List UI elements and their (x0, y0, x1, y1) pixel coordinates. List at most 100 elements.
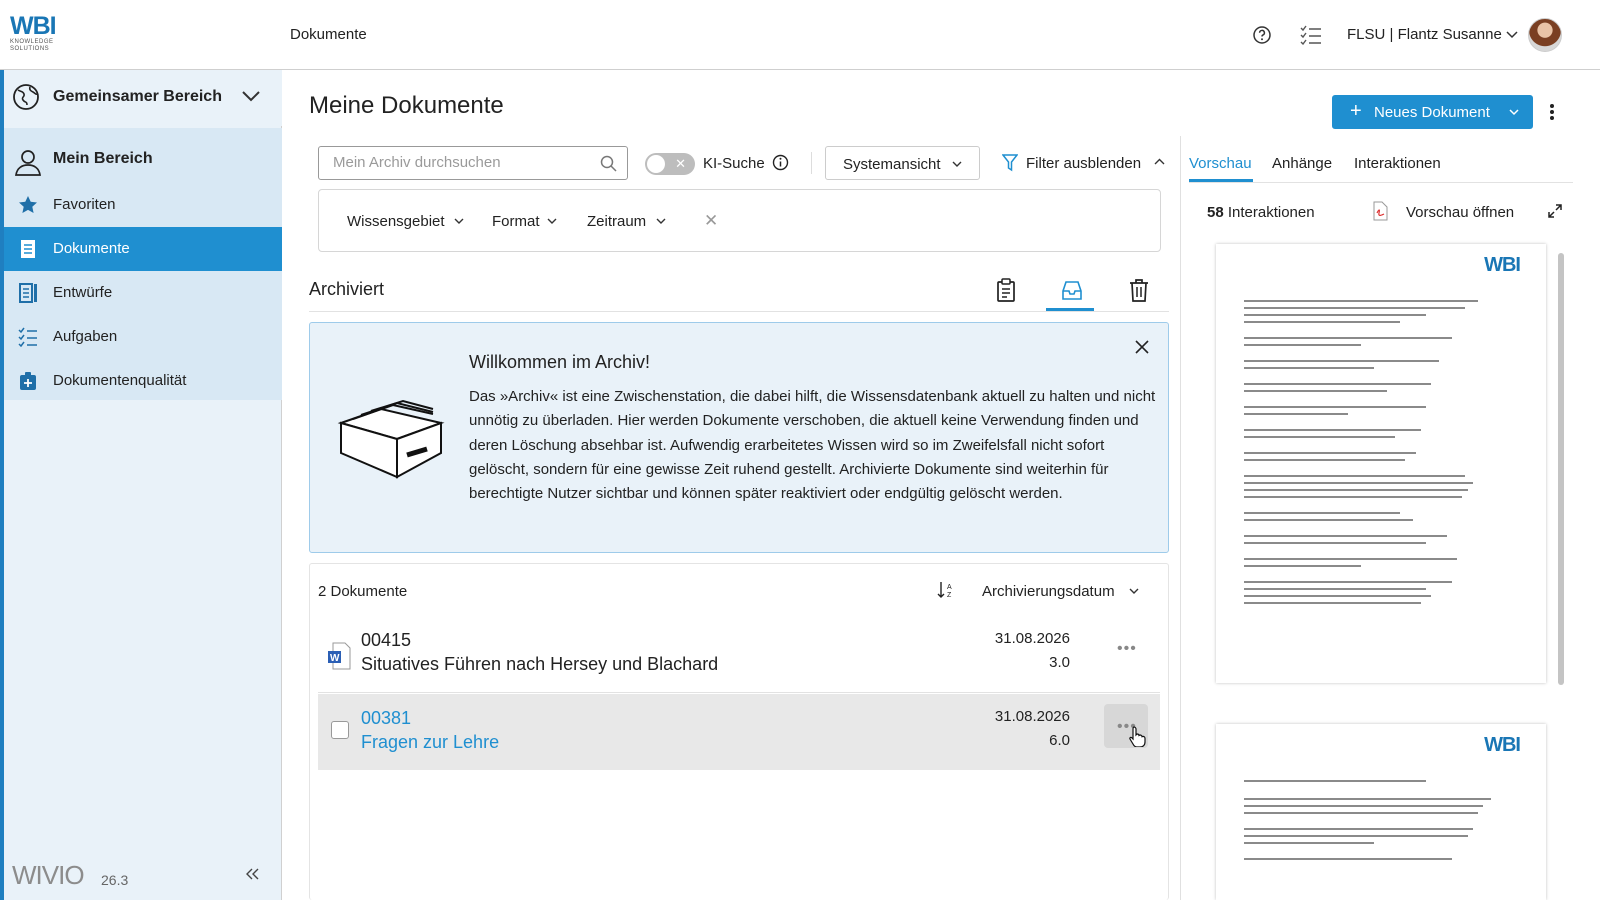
interactions-label: Interaktionen (1227, 204, 1315, 221)
view-select[interactable]: Systemansicht (825, 146, 980, 180)
wbi-logo[interactable]: WBI KNOWLEDGE SOLUTIONS (10, 13, 66, 55)
divider (318, 692, 1160, 693)
tab-interaktionen[interactable]: Interaktionen (1354, 155, 1441, 172)
user-icon (15, 150, 41, 176)
expand-icon[interactable] (1548, 204, 1562, 218)
quality-icon (20, 372, 36, 390)
search-input[interactable] (333, 154, 583, 171)
sidebar-item-favoriten[interactable]: Favoriten (4, 183, 282, 227)
divider (811, 152, 812, 174)
filter-wissensgebiet[interactable]: Wissensgebiet (347, 213, 445, 230)
divider (309, 311, 1169, 312)
document-name[interactable]: Fragen zur Lehre (361, 732, 499, 753)
archive-title: Archiviert (309, 279, 385, 299)
sidebar-item-label: Dokumentenqualität (53, 372, 187, 389)
star-icon (19, 196, 37, 213)
info-text: Das »Archiv« ist eine Zwischenstation, d… (469, 388, 1156, 503)
sidebar-item-dokumentenqualitaet[interactable]: Dokumentenqualität (4, 359, 282, 403)
avatar[interactable] (1528, 18, 1562, 52)
info-icon[interactable] (772, 154, 789, 171)
sidebar-item-entwuerfe[interactable]: Entwürfe (4, 271, 282, 315)
sidebar-item-aufgaben[interactable]: Aufgaben (4, 315, 282, 359)
table-row[interactable]: 00381 Fragen zur Lehre 31.08.2026 6.0 ••… (318, 694, 1160, 770)
search-field[interactable] (318, 146, 628, 180)
table-row[interactable]: W 00415 Situatives Führen nach Hersey un… (318, 616, 1160, 692)
tasks-icon[interactable] (1300, 25, 1322, 45)
svg-text:W: W (330, 653, 340, 664)
chevron-up-icon[interactable] (1154, 158, 1165, 166)
sidebar-item-dokumente[interactable]: Dokumente (4, 227, 282, 271)
sidebar-item-label: Entwürfe (53, 284, 113, 301)
page-content (1244, 300, 1504, 609)
ki-search-label: KI-Suche (703, 155, 765, 172)
new-document-button[interactable]: + Neues Dokument (1332, 95, 1533, 129)
chevron-down-icon[interactable] (1506, 30, 1518, 40)
row-more-button[interactable]: ••• (1104, 626, 1148, 670)
app-version: 26.3 (101, 872, 129, 888)
svg-text:A: A (947, 584, 952, 591)
logo-text: WBI (10, 12, 57, 40)
sidebar-item-label: Dokumente (53, 240, 130, 257)
page-logo: WBI (1484, 734, 1521, 756)
info-title: Willkommen im Archiv! (469, 352, 651, 372)
page-title: Meine Dokumente (309, 92, 504, 119)
close-icon: ✕ (675, 156, 686, 171)
chevron-down-icon[interactable] (1129, 588, 1139, 595)
document-id[interactable]: 00415 (361, 630, 411, 651)
ki-search-toggle[interactable]: ✕ (645, 153, 695, 175)
tab-anhaenge[interactable]: Anhänge (1272, 155, 1332, 172)
new-document-label: Neues Dokument (1374, 104, 1490, 121)
document-date: 31.08.2026 (994, 708, 1070, 725)
drafts-icon (19, 283, 37, 303)
chevron-down-icon[interactable] (656, 218, 666, 225)
section-title: Dokumente (290, 26, 367, 43)
filter-format[interactable]: Format (492, 213, 540, 230)
chevron-down-icon (952, 161, 962, 167)
chevron-down-icon[interactable] (1509, 108, 1519, 116)
panel-divider (1180, 136, 1181, 900)
area-label: Gemeinsamer Bereich (53, 88, 222, 105)
wivio-logo: WIVIO (12, 860, 85, 890)
preview-scrollbar[interactable] (1556, 237, 1566, 900)
clear-filters-icon[interactable]: ✕ (704, 211, 718, 231)
row-checkbox[interactable] (331, 721, 349, 739)
page-content (1244, 780, 1504, 865)
close-icon[interactable] (1135, 340, 1149, 354)
document-version: 3.0 (1049, 654, 1070, 671)
more-options-icon[interactable] (1549, 103, 1555, 121)
view-select-value: Systemansicht (843, 156, 941, 173)
clipboard-icon[interactable] (995, 278, 1017, 302)
interactions-count: 58 (1207, 204, 1224, 221)
collapse-sidebar-icon[interactable] (245, 868, 259, 880)
sidebar-item-label: Mein Bereich (53, 150, 153, 167)
scrollbar-thumb[interactable] (1558, 253, 1564, 685)
chevron-down-icon[interactable] (454, 218, 464, 225)
open-preview-link[interactable]: Vorschau öffnen (1406, 204, 1514, 221)
chevron-down-icon[interactable] (547, 218, 557, 225)
document-version: 6.0 (1049, 732, 1070, 749)
sort-icon[interactable]: AZ (937, 581, 955, 599)
document-id[interactable]: 00381 (361, 708, 411, 729)
tab-vorschau[interactable]: Vorschau (1189, 155, 1252, 172)
plus-icon: + (1350, 100, 1362, 122)
help-icon[interactable] (1252, 25, 1272, 45)
search-icon[interactable] (600, 155, 617, 172)
document-name[interactable]: Situatives Führen nach Hersey und Blacha… (361, 654, 718, 675)
chevron-down-icon[interactable] (242, 90, 260, 102)
trash-icon[interactable] (1128, 278, 1150, 302)
preview-page[interactable]: WBI (1216, 724, 1546, 900)
filter-toggle[interactable]: Filter ausblenden (1026, 155, 1141, 172)
svg-text:Z: Z (947, 592, 952, 599)
archive-box-icon (337, 399, 445, 479)
user-menu[interactable]: FLSU | Flantz Susanne (1347, 26, 1502, 43)
sort-select[interactable]: Archivierungsdatum (982, 583, 1115, 600)
archive-inbox-icon[interactable] (1061, 278, 1083, 302)
filter-zeitraum[interactable]: Zeitraum (587, 213, 646, 230)
page-logo: WBI (1484, 254, 1521, 276)
preview-page[interactable]: WBI (1216, 244, 1546, 683)
tasks-icon (18, 327, 37, 347)
toggle-knob (647, 155, 665, 173)
filter-icon[interactable] (1002, 154, 1018, 172)
more-dots-icon: ••• (1117, 640, 1137, 657)
sidebar-item-label: Favoriten (53, 196, 116, 213)
